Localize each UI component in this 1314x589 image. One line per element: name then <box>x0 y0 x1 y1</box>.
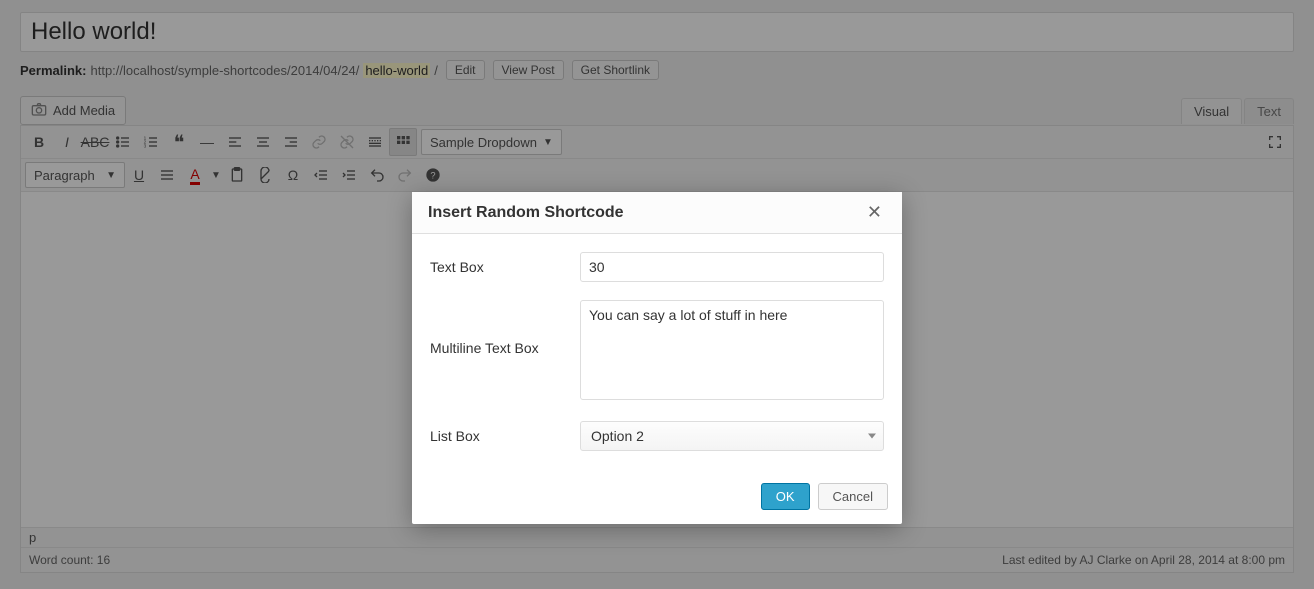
list-box-label: List Box <box>430 428 580 444</box>
text-box-label: Text Box <box>430 259 580 275</box>
multiline-input[interactable]: You can say a lot of stuff in here <box>580 300 884 400</box>
list-box-select[interactable]: Option 2 <box>580 421 884 451</box>
insert-shortcode-modal: Insert Random Shortcode ✕ Text Box Multi… <box>412 192 902 524</box>
ok-button[interactable]: OK <box>761 483 810 510</box>
modal-title: Insert Random Shortcode <box>428 204 624 222</box>
text-box-input[interactable] <box>580 252 884 282</box>
cancel-button[interactable]: Cancel <box>818 483 888 510</box>
close-icon[interactable]: ✕ <box>863 202 886 223</box>
multiline-label: Multiline Text Box <box>430 300 580 356</box>
